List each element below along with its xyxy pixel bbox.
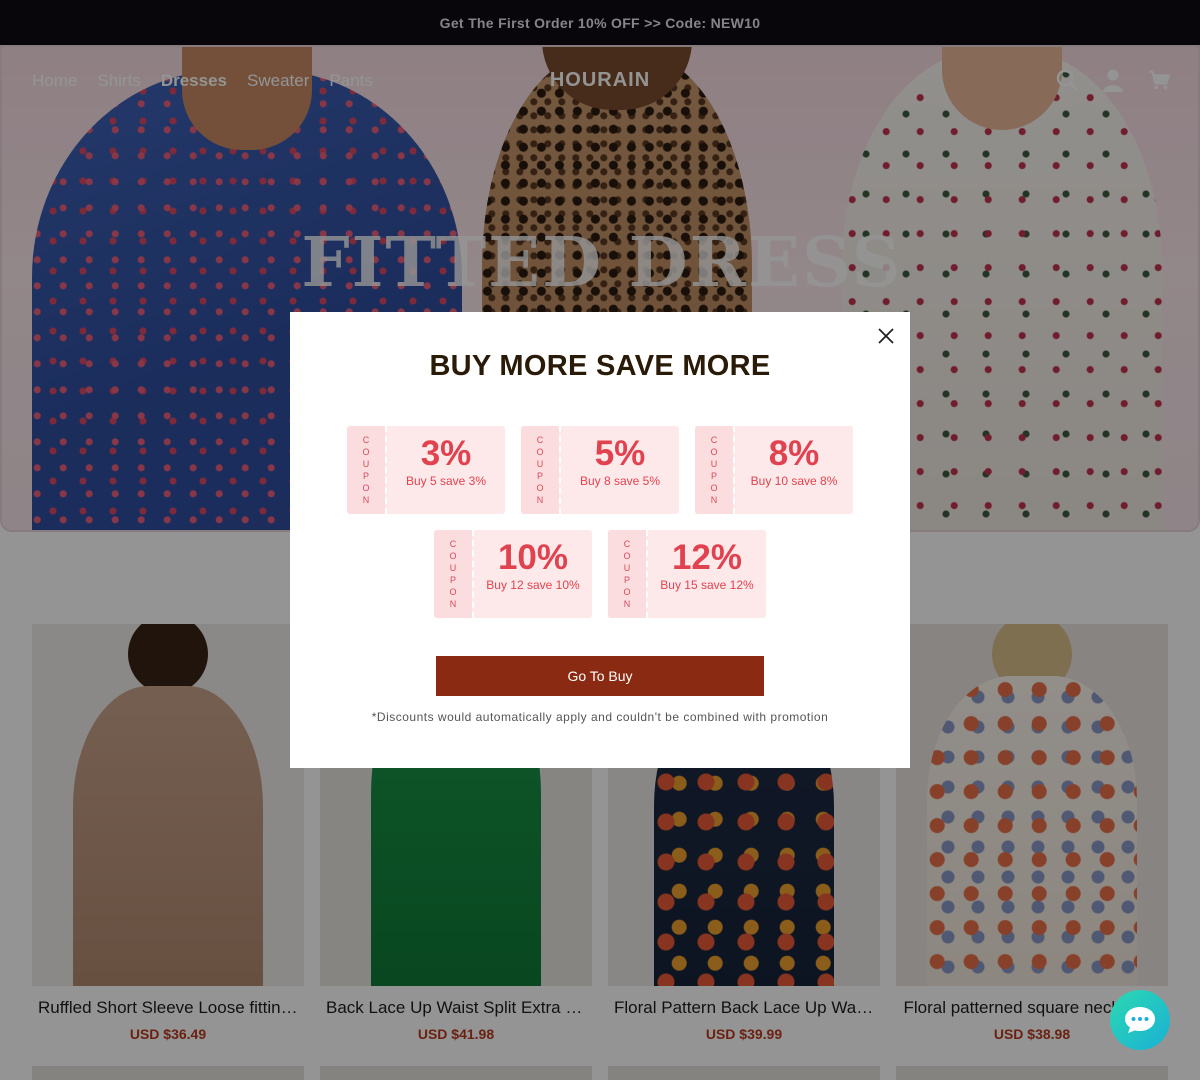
coupon-stub-letter: U xyxy=(623,563,631,573)
coupon-description: Buy 15 save 12% xyxy=(660,578,754,592)
coupon-stub-letter: C xyxy=(536,435,544,445)
coupon-percent: 5% xyxy=(594,434,646,473)
coupon-stub-letter: C xyxy=(449,539,457,549)
coupon-stub-letter: C xyxy=(362,435,370,445)
go-to-buy-button[interactable]: Go To Buy xyxy=(436,656,764,696)
coupon-stub-letter: P xyxy=(449,575,456,585)
coupon-stub-letter: O xyxy=(536,483,544,493)
coupon-card: COUPON 3% Buy 5 save 3% xyxy=(347,426,505,514)
coupon-description: Buy 8 save 5% xyxy=(579,474,661,488)
coupon-percent: 12% xyxy=(671,538,743,577)
coupon-stub-label: COUPON xyxy=(608,530,646,618)
coupon-card: COUPON 10% Buy 12 save 10% xyxy=(434,530,592,618)
coupon-stub-letter: C xyxy=(710,435,718,445)
coupon-stub-letter: U xyxy=(449,563,457,573)
coupon-stub-letter: P xyxy=(623,575,630,585)
coupon-card: COUPON 5% Buy 8 save 5% xyxy=(521,426,679,514)
coupon-card: COUPON 12% Buy 15 save 12% xyxy=(608,530,766,618)
coupon-stub-letter: O xyxy=(449,587,457,597)
coupon-stub-letter: U xyxy=(362,459,370,469)
coupon-stub-letter: O xyxy=(362,447,370,457)
coupon-stub-letter: N xyxy=(710,495,718,505)
coupon-stub-label: COUPON xyxy=(695,426,733,514)
close-icon[interactable] xyxy=(874,324,898,348)
coupon-stub-letter: N xyxy=(623,599,631,609)
coupon-description: Buy 5 save 3% xyxy=(405,474,487,488)
coupon-stub-letter: O xyxy=(536,447,544,457)
modal-title: BUY MORE SAVE MORE xyxy=(429,350,771,382)
coupon-stub-letter: P xyxy=(362,471,369,481)
coupon-stub-letter: N xyxy=(536,495,544,505)
coupon-stub-letter: N xyxy=(449,599,457,609)
coupon-stub-label: COUPON xyxy=(521,426,559,514)
chat-bubble-icon xyxy=(1125,1007,1155,1033)
coupon-percent: 3% xyxy=(420,434,472,473)
coupon-stub-letter: O xyxy=(362,483,370,493)
coupon-stub-letter: O xyxy=(623,587,631,597)
coupon-stub-letter: P xyxy=(536,471,543,481)
coupon-stub-letter: O xyxy=(710,447,718,457)
coupon-description: Buy 12 save 10% xyxy=(486,578,580,592)
coupon-description: Buy 10 save 8% xyxy=(750,474,838,488)
coupon-stub-letter: U xyxy=(536,459,544,469)
coupon-percent: 8% xyxy=(768,434,820,473)
coupon-stub-label: COUPON xyxy=(347,426,385,514)
coupon-stub-label: COUPON xyxy=(434,530,472,618)
chat-button[interactable] xyxy=(1110,990,1170,1050)
coupon-stub-letter: O xyxy=(449,551,457,561)
discount-note: *Discounts would automatically apply and… xyxy=(371,710,829,724)
coupon-card: COUPON 8% Buy 10 save 8% xyxy=(695,426,853,514)
coupon-stub-letter: O xyxy=(623,551,631,561)
coupon-stub-letter: N xyxy=(362,495,370,505)
coupon-stub-letter: O xyxy=(710,483,718,493)
promo-modal: BUY MORE SAVE MORE COUPON 3% Buy 5 save … xyxy=(290,312,910,768)
coupon-stub-letter: U xyxy=(710,459,718,469)
coupon-stub-letter: C xyxy=(623,539,631,549)
coupon-stub-letter: P xyxy=(710,471,717,481)
coupon-percent: 10% xyxy=(497,538,569,577)
